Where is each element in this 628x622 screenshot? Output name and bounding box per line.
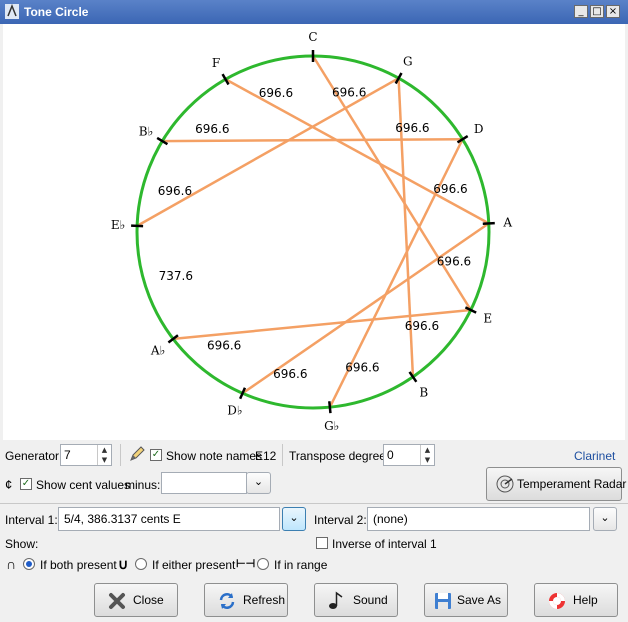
interval2-label: Interval 2: (314, 513, 367, 527)
temperament-radar-label: Temperament Radar (517, 477, 627, 491)
if-either-present-radio[interactable] (135, 558, 147, 570)
close-button[interactable]: Close (94, 583, 178, 617)
spin-down-icon[interactable]: ▼ (98, 455, 111, 465)
note-label: G♭ (324, 419, 339, 433)
refresh-label: Refresh (243, 593, 286, 607)
note-label: A♭ (150, 343, 165, 357)
interval1-input[interactable]: 5/4, 386.3137 cents E (58, 507, 280, 531)
radar-icon (496, 475, 514, 493)
if-either-present-label: If either present (152, 558, 236, 572)
union-icon: ∪ (118, 556, 129, 572)
if-in-range-label: If in range (274, 558, 328, 572)
interval1-label: Interval 1: (5, 513, 58, 527)
gap-cents-label: 696.6 (395, 121, 429, 135)
refresh-icon (219, 593, 235, 609)
intersection-icon: ∩ (6, 556, 17, 572)
gap-cents-label: 696.6 (259, 86, 293, 100)
chevron-down-icon: ⌄ (600, 511, 610, 524)
gap-cents-label: 696.6 (195, 122, 229, 136)
note-label: D♭ (227, 404, 242, 418)
if-both-present-radio[interactable] (23, 558, 35, 570)
cent-icon: ¢ (5, 477, 13, 492)
title-bar: Tone Circle _ □ × (0, 0, 628, 24)
note-label: B♭ (139, 124, 153, 138)
refresh-button[interactable]: Refresh (204, 583, 288, 617)
tone-circle-ring (135, 54, 491, 410)
spin-up-icon[interactable]: ▲ (421, 445, 434, 455)
gap-cents-label: 696.6 (158, 184, 192, 198)
note-label: D (474, 122, 484, 136)
note-label: A (502, 215, 512, 229)
gap-cents-label: 696.6 (332, 86, 366, 100)
interval2-dropdown-button[interactable]: ⌄ (593, 507, 617, 531)
transpose-spinbox[interactable]: 0 ▲ ▼ (383, 444, 435, 466)
inverse-label: Inverse of interval 1 (332, 537, 437, 551)
save-as-label: Save As (457, 593, 502, 607)
range-icon: ⊢⊣ (236, 558, 256, 570)
show-label: Show: (5, 537, 39, 551)
gap-cents-label: 696.6 (437, 254, 471, 268)
save-disk-icon (435, 593, 451, 609)
sound-button[interactable]: Sound (314, 583, 398, 617)
separator (120, 444, 121, 466)
note-label: E♭ (111, 218, 125, 232)
minus-label: minus: (125, 478, 161, 492)
spin-down-icon[interactable]: ▼ (421, 455, 434, 465)
gap-cents-label: 696.6 (433, 182, 467, 196)
close-label: Close (133, 593, 164, 607)
if-in-range-radio[interactable] (257, 558, 269, 570)
gap-cents-label: 696.6 (345, 360, 379, 374)
tone-circle-app-icon (5, 4, 19, 19)
transpose-label: Transpose degree: (289, 449, 390, 463)
generator-spinbox[interactable]: 7 ▲ ▼ (60, 444, 112, 466)
note-tick-6 (328, 401, 332, 414)
if-both-present-label: If both present (40, 558, 117, 572)
minimize-button[interactable]: _ (574, 5, 588, 18)
pen-icon[interactable] (128, 445, 146, 463)
gap-cents-label: 737.6 (159, 269, 193, 283)
interval1-dropdown-button[interactable]: ⌄ (282, 507, 306, 531)
temperament-radar-button[interactable]: Temperament Radar (486, 467, 626, 501)
gap-cents-label: 696.6 (405, 319, 439, 333)
separator (282, 444, 283, 466)
generator-label: Generator: (5, 449, 63, 463)
window-title: Tone Circle (24, 5, 89, 19)
maximize-button[interactable]: □ (590, 5, 604, 18)
show-cent-values-checkbox[interactable]: ✓ (20, 478, 32, 490)
minus-dropdown-button[interactable]: ⌄ (246, 472, 271, 494)
show-cent-values-label: Show cent values (36, 478, 131, 492)
note-tick-3 (482, 221, 495, 225)
show-note-names-checkbox[interactable]: ✓ (150, 449, 162, 461)
chevron-down-icon: ⌄ (253, 475, 264, 488)
close-window-button[interactable]: × (606, 5, 620, 18)
sound-label: Sound (353, 593, 388, 607)
note-label: C (308, 30, 317, 44)
note-label: E (483, 311, 492, 325)
interval2-input[interactable]: (none) (367, 507, 590, 531)
music-note-icon (329, 591, 343, 609)
inverse-checkbox[interactable] (316, 537, 328, 549)
note-label: F (212, 56, 220, 70)
gap-cents-label: 696.6 (273, 367, 307, 381)
help-label: Help (573, 593, 598, 607)
note-label: G (403, 55, 413, 69)
interval-chord-6 (162, 138, 463, 143)
transpose-value: 0 (387, 448, 394, 462)
instrument-label: Clarinet (574, 449, 616, 463)
spin-up-icon[interactable]: ▲ (98, 445, 111, 455)
close-x-icon (109, 593, 125, 609)
lifebuoy-icon (549, 593, 565, 609)
tone-circle-canvas: C G D A E B G♭ D♭ A♭ E♭ B♭ F 696.6 696.6 696.6 696.6 696… (3, 24, 625, 440)
tone-circle-diagram: C G D A E B G♭ D♭ A♭ E♭ B♭ F 696.6 696.6 696.6 696.6 696… (111, 30, 513, 433)
note-label: B (419, 386, 428, 400)
gap-cents-label: 696.6 (207, 338, 241, 352)
save-as-button[interactable]: Save As (424, 583, 508, 617)
show-note-names-label: Show note names (166, 449, 263, 463)
edo-label: E12 (255, 449, 277, 463)
minus-combo-input[interactable] (161, 472, 247, 494)
generator-value: 7 (64, 448, 71, 462)
help-button[interactable]: Help (534, 583, 618, 617)
divider (0, 503, 628, 504)
chevron-down-icon: ⌄ (289, 511, 299, 524)
